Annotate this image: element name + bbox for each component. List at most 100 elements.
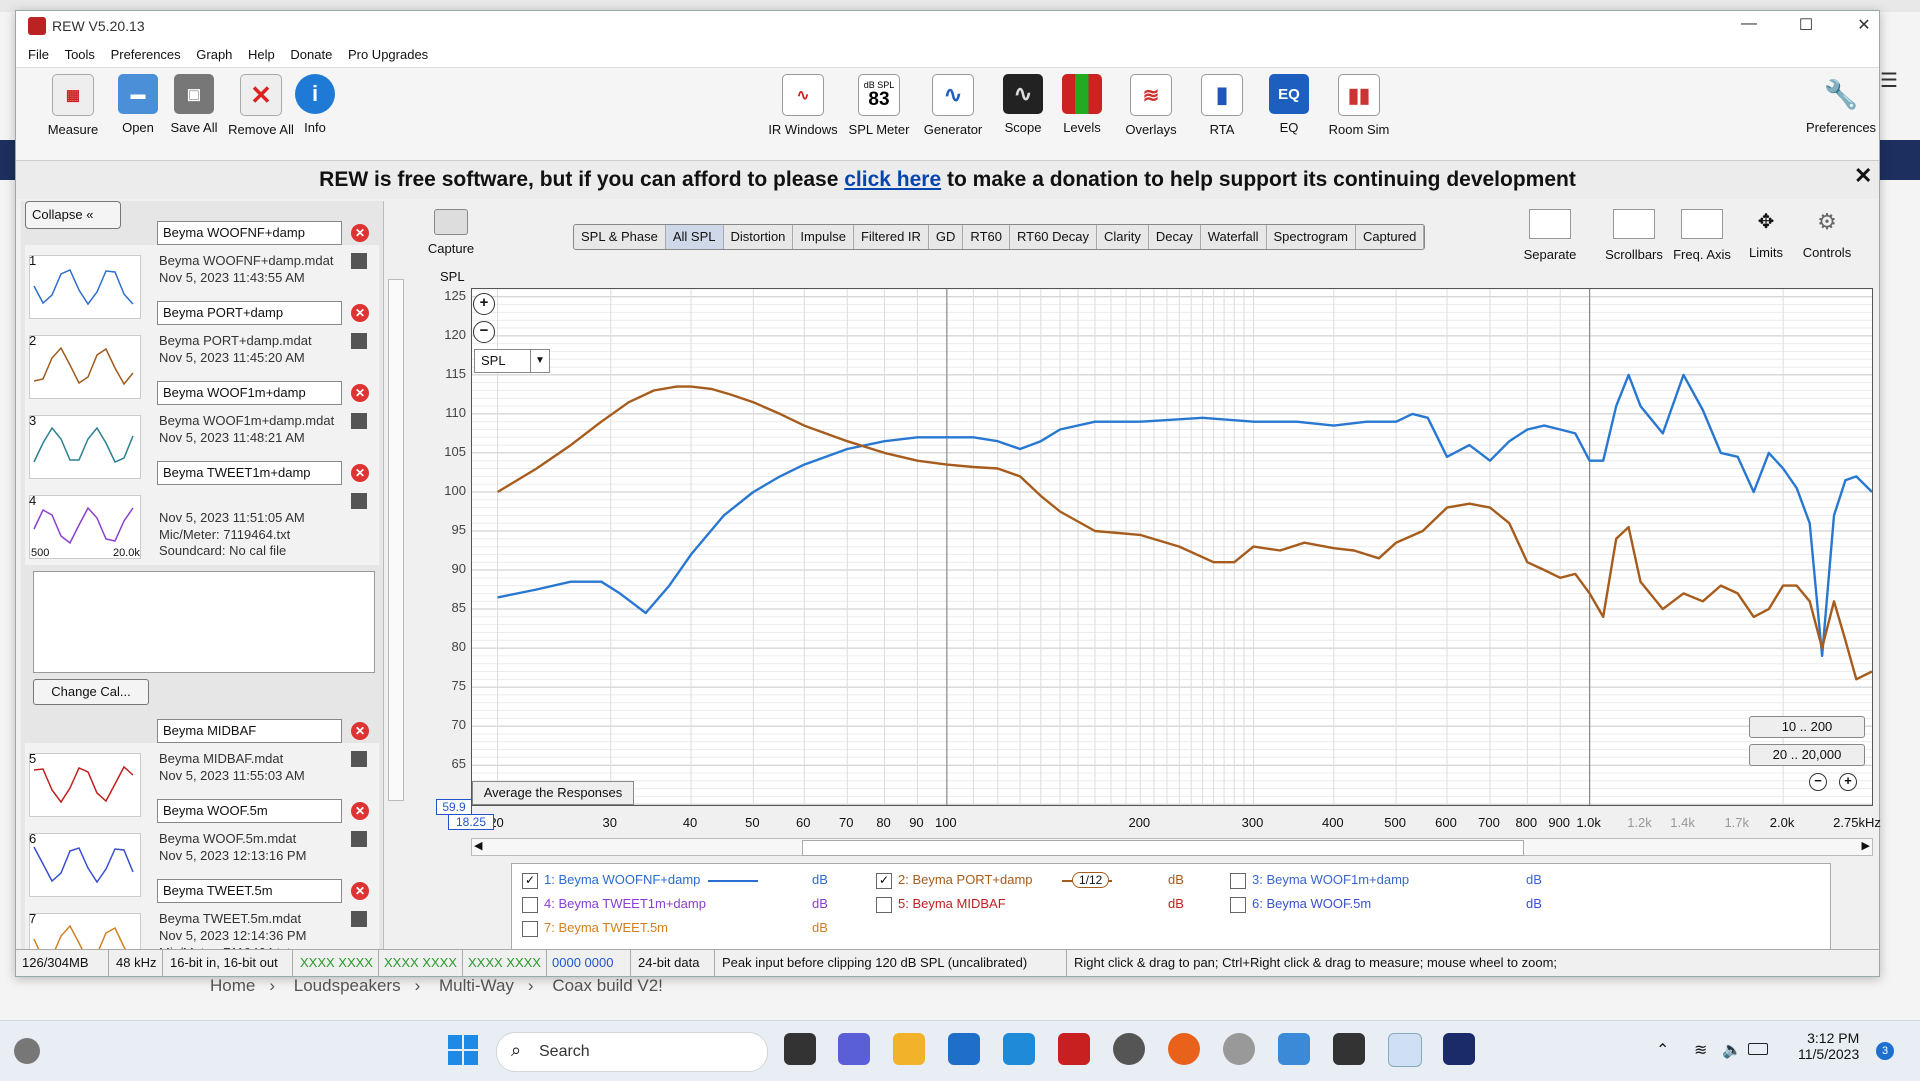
tab-distortion[interactable]: Distortion <box>724 225 794 249</box>
legend-checkbox[interactable]: ✓ <box>522 872 538 889</box>
measurement-action-icon[interactable] <box>351 493 367 509</box>
tray-chevron-icon[interactable]: ⌃ <box>1656 1040 1669 1060</box>
measurement-name-field[interactable]: Beyma TWEET1m+damp <box>157 461 342 485</box>
measure-button[interactable]: ▦ Measure <box>36 72 110 137</box>
battery-icon[interactable] <box>1748 1043 1768 1055</box>
legend-checkbox[interactable] <box>522 896 538 913</box>
tab-clarity[interactable]: Clarity <box>1097 225 1149 249</box>
tab-decay[interactable]: Decay <box>1149 225 1201 249</box>
chat-icon[interactable] <box>838 1033 870 1065</box>
breadcrumb-item[interactable]: Loudspeakers <box>294 976 401 995</box>
measurement-name-field[interactable]: Beyma WOOF1m+damp <box>157 381 342 405</box>
preferences-button[interactable]: 🔧 Preferences <box>1796 72 1886 136</box>
spl-plot[interactable] <box>471 288 1873 806</box>
measurement-action-icon[interactable] <box>351 831 367 847</box>
settings-icon[interactable] <box>1113 1033 1145 1065</box>
legend-checkbox[interactable]: ✓ <box>876 872 892 889</box>
tab-all-spl[interactable]: All SPL <box>665 225 724 249</box>
rta-button[interactable]: ▮ RTA <box>1185 72 1259 137</box>
firefox-icon[interactable] <box>1168 1033 1200 1065</box>
menu-donate[interactable]: Donate <box>290 47 332 62</box>
tab-filtered-ir[interactable]: Filtered IR <box>854 225 929 249</box>
measurement-thumbnail[interactable] <box>29 753 141 817</box>
task-view-icon[interactable] <box>784 1033 816 1065</box>
x-min-box[interactable]: 18.25 <box>448 814 494 830</box>
plot-app-icon[interactable] <box>1333 1033 1365 1065</box>
separate-button[interactable]: Separate <box>1513 209 1587 262</box>
measurement-name-field[interactable]: Beyma WOOFNF+damp <box>157 221 342 245</box>
legend-item[interactable]: ✓ 2: Beyma PORT+damp 1/12 dB <box>876 872 1216 892</box>
menu-graph[interactable]: Graph <box>196 47 232 62</box>
rew-taskbar-icon[interactable] <box>1388 1033 1422 1067</box>
measurement-action-icon[interactable] <box>351 253 367 269</box>
remove-icon[interactable]: ✕ <box>351 224 369 242</box>
legend-item[interactable]: 7: Beyma TWEET.5m dB <box>522 920 862 940</box>
measurement-thumbnail[interactable] <box>29 255 141 319</box>
legend-item[interactable]: 5: Beyma MIDBAF dB <box>876 896 1216 916</box>
overlays-button[interactable]: ≋ Overlays <box>1114 72 1188 137</box>
donation-link[interactable]: click here <box>844 168 941 191</box>
collapse-button[interactable]: Collapse « <box>25 201 121 229</box>
remove-icon[interactable]: ✕ <box>351 882 369 900</box>
menu-file[interactable]: File <box>28 47 49 62</box>
measurement-thumbnail[interactable] <box>29 415 141 479</box>
tab-captured[interactable]: Captured <box>1356 225 1425 249</box>
measurement-name-field[interactable]: Beyma TWEET.5m <box>157 879 342 903</box>
network-app-icon[interactable] <box>1278 1033 1310 1065</box>
tab-impulse[interactable]: Impulse <box>793 225 854 249</box>
measurement-action-icon[interactable] <box>351 413 367 429</box>
windows-start-icon[interactable] <box>448 1035 478 1065</box>
maximize-icon[interactable]: ☐ <box>1786 15 1826 37</box>
eq-button[interactable]: EQ EQ <box>1252 72 1326 135</box>
range-10-200-button[interactable]: 10 .. 200 <box>1749 716 1865 738</box>
tab-spl-phase[interactable]: SPL & Phase <box>574 225 666 249</box>
freq-axis-button[interactable]: Freq. Axis <box>1665 209 1739 262</box>
scroll-right-icon[interactable]: ▶ <box>1862 839 1870 852</box>
legend-checkbox[interactable] <box>1230 872 1246 889</box>
measurement-name-field[interactable]: Beyma PORT+damp <box>157 301 342 325</box>
menu-pro-upgrades[interactable]: Pro Upgrades <box>348 47 428 62</box>
menu-preferences[interactable]: Preferences <box>111 47 181 62</box>
vertical-scrollbar[interactable] <box>388 279 404 801</box>
clock[interactable]: 3:12 PM 11/5/2023 <box>1798 1030 1859 1062</box>
legend-checkbox[interactable] <box>1230 896 1246 913</box>
store-icon[interactable] <box>948 1033 980 1065</box>
tab-spectrogram[interactable]: Spectrogram <box>1267 225 1356 249</box>
scrollbars-button[interactable]: Scrollbars <box>1597 209 1671 262</box>
notification-badge[interactable]: 3 <box>1876 1042 1894 1060</box>
change-cal-button[interactable]: Change Cal... <box>33 679 149 705</box>
legend-item[interactable]: 4: Beyma TWEET1m+damp dB <box>522 896 862 916</box>
smoothing-badge[interactable]: 1/12 <box>1072 872 1110 888</box>
capture-button[interactable]: Capture <box>421 203 481 256</box>
tab-rt60[interactable]: RT60 <box>963 225 1010 249</box>
average-responses-button[interactable]: Average the Responses <box>472 781 634 805</box>
notes-area[interactable] <box>33 571 375 673</box>
info-button[interactable]: i Info <box>278 72 352 135</box>
tab-waterfall[interactable]: Waterfall <box>1201 225 1267 249</box>
generator-button[interactable]: ∿ Generator <box>916 72 990 137</box>
zoom-out-icon[interactable]: − <box>473 321 495 343</box>
save-all-button[interactable]: ▣ Save All <box>157 72 231 135</box>
remove-icon[interactable]: ✕ <box>351 722 369 740</box>
control-panel-icon[interactable] <box>1223 1033 1255 1065</box>
close-icon[interactable]: ✕ <box>1844 15 1884 37</box>
y-min-box[interactable]: 59.9 <box>436 799 472 815</box>
spl-meter-button[interactable]: dB SPL 83 SPL Meter <box>842 72 916 137</box>
levels-button[interactable]: Levels <box>1045 72 1119 135</box>
scroll-left-icon[interactable]: ◀ <box>474 839 482 852</box>
legend-item[interactable]: 3: Beyma WOOF1m+damp dB <box>1230 872 1570 892</box>
menu-help[interactable]: Help <box>248 47 275 62</box>
remove-icon[interactable]: ✕ <box>351 384 369 402</box>
mcafee-icon[interactable] <box>1058 1033 1090 1065</box>
legend-checkbox[interactable] <box>876 896 892 913</box>
breadcrumb-item[interactable]: Coax build V2! <box>552 976 663 995</box>
scroll-thumb[interactable] <box>802 840 1524 856</box>
menu-tools[interactable]: Tools <box>65 47 95 62</box>
minimize-icon[interactable]: — <box>1729 15 1769 37</box>
measurement-thumbnail[interactable] <box>29 335 141 399</box>
room-sim-button[interactable]: ▮▮ Room Sim <box>1316 72 1402 137</box>
zoom-in-icon[interactable]: + <box>473 293 495 315</box>
tab-gd[interactable]: GD <box>929 225 964 249</box>
horizontal-scrollbar[interactable]: ◀ ▶ <box>471 838 1873 856</box>
zoom-out-x-icon[interactable]: − <box>1809 773 1827 791</box>
